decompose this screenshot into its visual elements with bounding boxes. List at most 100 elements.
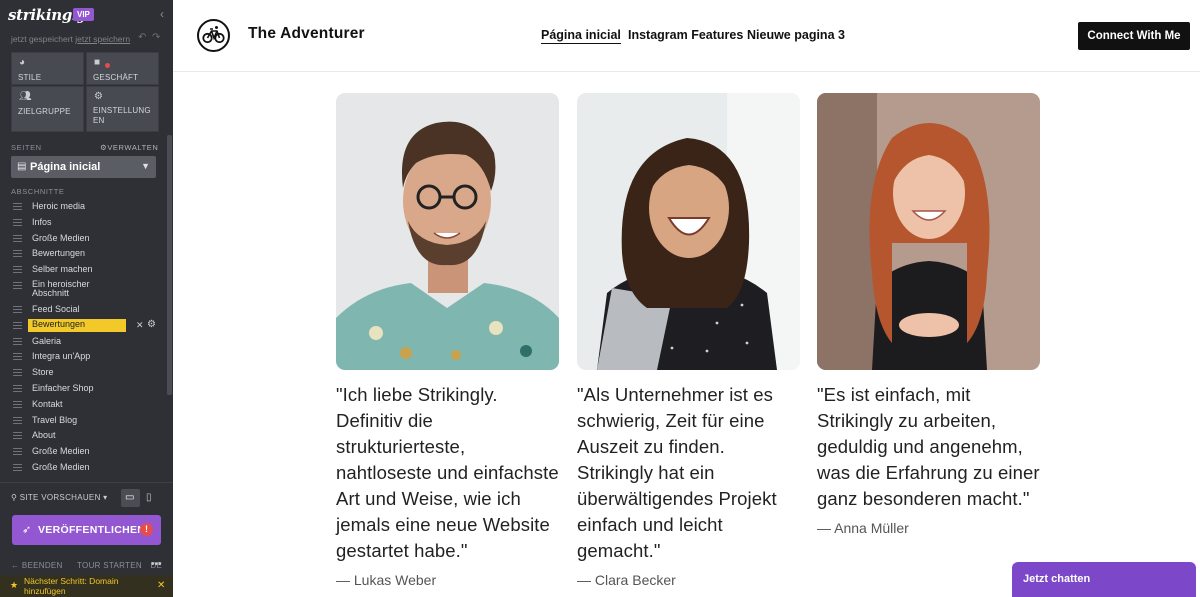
section-label: Kontakt [32,398,63,409]
testimonial-author[interactable]: — Clara Becker [577,572,800,588]
close-icon[interactable]: ✕ [157,580,165,591]
drag-handle-icon[interactable] [13,234,22,242]
saved-text: jetzt gespeichert [11,34,73,44]
section-item[interactable]: Große Medien [0,231,165,247]
page-selector[interactable]: ▤ Página inicial ▼ [11,156,156,178]
save-now-link[interactable]: jetzt speichern [75,34,130,44]
section-item[interactable]: Große Medien [0,460,165,476]
collapse-sidebar-icon[interactable]: ‹ [160,7,164,21]
nav-home[interactable]: Página inicial [541,28,621,44]
drag-handle-icon[interactable] [13,266,22,274]
business-tile[interactable]: ■ GESCHÄFT [86,52,159,85]
drag-handle-icon[interactable] [13,281,22,289]
section-label: Infos [32,216,52,227]
section-item[interactable]: About [0,428,165,444]
chat-widget-button[interactable]: Jetzt chatten [1012,562,1196,597]
testimonial-photo [817,93,1040,370]
section-item[interactable]: Travel Blog [0,413,165,429]
notification-dot [105,63,110,68]
drag-handle-icon[interactable] [13,337,22,345]
audience-tile[interactable]: 👥︎ ZIELGRUPPE [11,86,84,132]
sections-list: Heroic media Infos Große Medien Bewertungen… [0,199,165,476]
drag-handle-icon[interactable] [13,218,22,226]
sidebar-scrollbar[interactable] [167,135,172,395]
drag-handle-icon[interactable] [13,463,22,471]
redo-icon[interactable]: ↷ [152,32,160,43]
monitor-icon: ▭ [125,492,135,503]
testimonial-quote[interactable]: "Es ist einfach, mit Strikingly zu arbei… [817,382,1040,512]
testimonial-author[interactable]: — Anna Müller [817,520,1040,536]
drag-handle-icon[interactable] [13,305,22,313]
section-label: Galeria [32,335,62,346]
palette-icon: ◕ [19,57,26,68]
drag-handle-icon[interactable] [13,384,22,392]
more-options-icon[interactable]: ••• [151,559,162,570]
mobile-view-icon[interactable]: ▯ [146,492,152,503]
vip-badge: VIP [73,8,94,21]
section-item[interactable]: Ein heroischer Abschnitt [0,278,165,302]
page-icon: ▤ [17,161,27,172]
drag-handle-icon[interactable] [13,353,22,361]
testimonial-author[interactable]: — Lukas Weber [336,572,559,588]
section-settings-icon[interactable]: ⚙ [147,319,156,330]
business-label: GESCHÄFT [93,73,139,82]
undo-icon[interactable]: ↶ [138,32,146,43]
connect-button[interactable]: Connect With Me [1078,22,1190,50]
section-label: Store [32,367,54,378]
testimonial-quote[interactable]: "Als Unternehmer ist es schwierig, Zeit … [577,382,800,564]
drag-handle-icon[interactable] [13,203,22,210]
section-item[interactable]: Integra un'App [0,349,165,365]
testimonial-card: "Es ist einfach, mit Strikingly zu arbei… [817,93,1040,536]
tour-link[interactable]: TOUR STARTEN [77,561,142,570]
drag-handle-icon[interactable] [13,416,22,424]
section-item[interactable]: Kontakt [0,397,165,413]
current-page-label: Página inicial [30,161,101,173]
editor-sidebar: strikingly VIP ‹ jetzt gespeichert jetzt… [0,0,173,597]
exit-link[interactable]: ← BEENDEN [11,561,69,570]
delete-section-icon[interactable]: ✕ [136,320,144,331]
chat-label: Jetzt chatten [1023,573,1091,585]
section-item[interactable]: Bewertungen ✕ ⚙ [0,318,165,334]
star-icon: ★ [10,580,19,590]
section-item[interactable]: Bewertungen [0,246,165,262]
drag-handle-icon[interactable] [13,369,22,377]
manage-pages-button[interactable]: ⚙VERWALTEN [100,143,158,152]
testimonial-quote[interactable]: "Ich liebe Strikingly. Definitiv die str… [336,382,559,564]
publish-button[interactable]: ➶ VERÖFFENTLICHEN ! [12,515,161,545]
section-label: Einfacher Shop [32,382,94,393]
settings-tile[interactable]: ⚙ EINSTELLUNG EN [86,86,159,132]
section-label: Selber machen [32,264,93,275]
site-title[interactable]: The Adventurer [248,25,365,43]
styles-tile[interactable]: ◕ STILE [11,52,84,85]
chevron-down-icon: ▾ [100,493,108,502]
warning-badge: ! [140,523,153,536]
section-item[interactable]: Store [0,365,165,381]
site-preview-button[interactable]: ⚲ SITE VORSCHAUEN ▾ [11,493,108,502]
drag-handle-icon[interactable] [13,448,22,456]
section-label: Bewertungen [32,248,86,259]
nav-instagram[interactable]: Instagram Features [628,28,743,42]
next-step-banner[interactable]: ★ Nächster Schritt: Domain hinzufügen ✕ [0,575,173,597]
section-label: Ein heroischer Abschnitt [32,278,90,299]
drag-handle-icon[interactable] [13,400,22,408]
section-item[interactable]: Feed Social [0,302,165,318]
site-header: The Adventurer Página inicial Instagram … [173,0,1200,72]
section-label: Große Medien [32,232,90,243]
section-item[interactable]: Selber machen [0,262,165,278]
search-icon: ⚲ [11,493,20,502]
styles-label: STILE [18,73,42,82]
section-item[interactable]: Große Medien [0,444,165,460]
section-item[interactable]: Einfacher Shop [0,381,165,397]
section-item[interactable]: Galeria [0,334,165,350]
section-label: About [32,430,56,441]
drag-handle-icon[interactable] [13,321,22,329]
desktop-view-button[interactable]: ▭ [121,489,140,507]
drag-handle-icon[interactable] [13,432,22,440]
section-item[interactable]: Heroic media [0,199,165,215]
bicycle-logo-icon[interactable] [197,19,230,52]
nav-page-3[interactable]: Nieuwe pagina 3 [747,28,845,42]
drag-handle-icon[interactable] [13,250,22,258]
section-label: Integra un'App [32,351,91,362]
section-item[interactable]: Infos [0,215,165,231]
testimonial-card: "Als Unternehmer ist es schwierig, Zeit … [577,93,800,588]
